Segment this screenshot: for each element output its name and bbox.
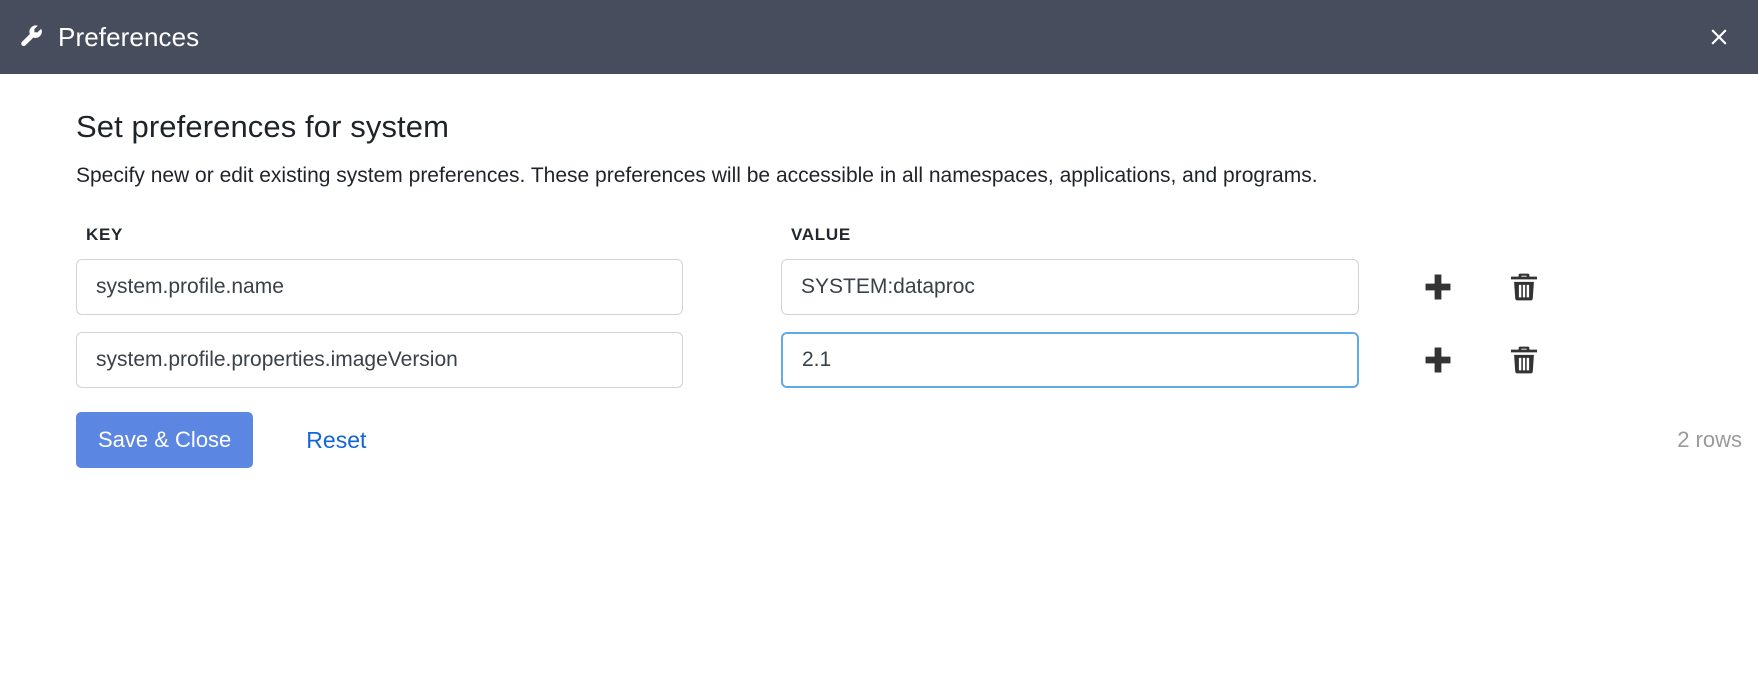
window-title: Preferences bbox=[58, 24, 199, 50]
column-header-key-cell: KEY bbox=[76, 225, 683, 245]
page-description: Specify new or edit existing system pref… bbox=[76, 161, 1536, 191]
key-cell bbox=[76, 259, 683, 315]
row-count-label: 2 rows bbox=[1386, 427, 1758, 453]
preferences-footer: Save & Close Reset 2 rows bbox=[76, 412, 1758, 468]
table-row bbox=[76, 332, 1758, 388]
preferences-content: Set preferences for system Specify new o… bbox=[0, 74, 1758, 468]
key-input[interactable] bbox=[76, 259, 683, 315]
trash-icon[interactable] bbox=[1501, 264, 1547, 310]
row-actions bbox=[1359, 337, 1547, 383]
table-header-row: KEY VALUE bbox=[76, 225, 1758, 245]
column-header-value-cell: VALUE bbox=[781, 225, 1359, 245]
value-cell bbox=[781, 332, 1359, 388]
row-actions bbox=[1359, 264, 1547, 310]
reset-button[interactable]: Reset bbox=[306, 427, 366, 454]
value-input[interactable] bbox=[781, 259, 1359, 315]
wrench-icon bbox=[18, 23, 46, 51]
titlebar-left-group: Preferences bbox=[18, 23, 199, 51]
column-header-key: KEY bbox=[76, 225, 123, 244]
plus-icon[interactable] bbox=[1415, 264, 1461, 310]
window-titlebar: Preferences bbox=[0, 0, 1758, 74]
key-input[interactable] bbox=[76, 332, 683, 388]
column-header-value: VALUE bbox=[781, 225, 851, 244]
value-input-focused[interactable] bbox=[781, 332, 1359, 388]
plus-icon[interactable] bbox=[1415, 337, 1461, 383]
preferences-table: KEY VALUE bbox=[76, 225, 1758, 468]
value-cell bbox=[781, 259, 1359, 315]
trash-icon[interactable] bbox=[1501, 337, 1547, 383]
table-row bbox=[76, 259, 1758, 315]
key-cell bbox=[76, 332, 683, 388]
save-and-close-button[interactable]: Save & Close bbox=[76, 412, 253, 468]
page-title: Set preferences for system bbox=[76, 108, 1758, 145]
close-icon[interactable] bbox=[1702, 20, 1736, 54]
